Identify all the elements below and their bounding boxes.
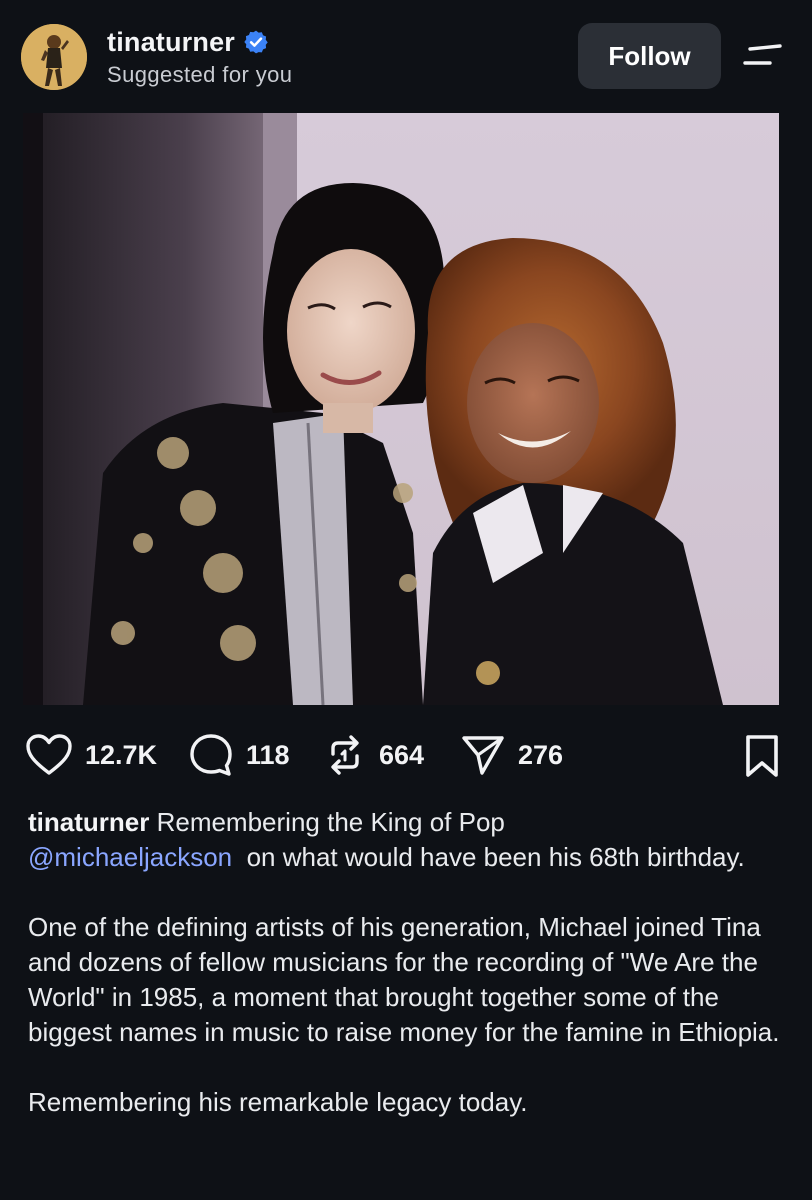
repost-count: 664 xyxy=(379,739,425,770)
share-button[interactable]: 276 xyxy=(460,732,563,778)
caption-paragraph-2: One of the defining artists of his gener… xyxy=(28,912,780,1047)
suggested-label: Suggested for you xyxy=(107,62,293,87)
repost-button[interactable]: 664 xyxy=(323,732,424,778)
menu-icon[interactable] xyxy=(740,36,790,76)
caption-paragraph-1: tinaturner Remembering the King of Pop @… xyxy=(28,805,798,875)
heart-icon xyxy=(26,734,72,775)
username-row: tinaturner xyxy=(107,24,269,60)
action-bar: 12.7K 118 664 276 xyxy=(0,720,812,792)
caption-username[interactable]: tinaturner xyxy=(28,807,149,837)
send-icon xyxy=(462,736,504,775)
like-button[interactable]: 12.7K xyxy=(25,732,157,778)
username[interactable]: tinaturner xyxy=(107,27,235,58)
verified-badge-icon xyxy=(243,29,269,55)
comment-count: 118 xyxy=(246,739,290,770)
comment-button[interactable]: 118 xyxy=(188,732,290,778)
like-count: 12.7K xyxy=(85,739,158,770)
mention-link[interactable]: @michaeljackson xyxy=(28,842,232,872)
caption-text-2: on what would have been his 68th birthda… xyxy=(246,842,745,872)
caption-text-1: Remembering the King of Pop xyxy=(156,807,505,837)
follow-button[interactable]: Follow xyxy=(578,23,721,89)
avatar[interactable] xyxy=(21,24,87,90)
caption-paragraph-3: Remembering his remarkable legacy today. xyxy=(28,1087,528,1117)
post-photo[interactable] xyxy=(23,113,789,705)
share-count: 276 xyxy=(518,739,564,770)
repost-icon xyxy=(331,735,359,775)
comment-icon xyxy=(190,734,232,776)
post-header: tinaturner Suggested for you Follow xyxy=(0,0,812,110)
bookmark-icon[interactable] xyxy=(742,734,782,783)
post-caption: tinaturner Remembering the King of Pop @… xyxy=(28,805,798,1155)
